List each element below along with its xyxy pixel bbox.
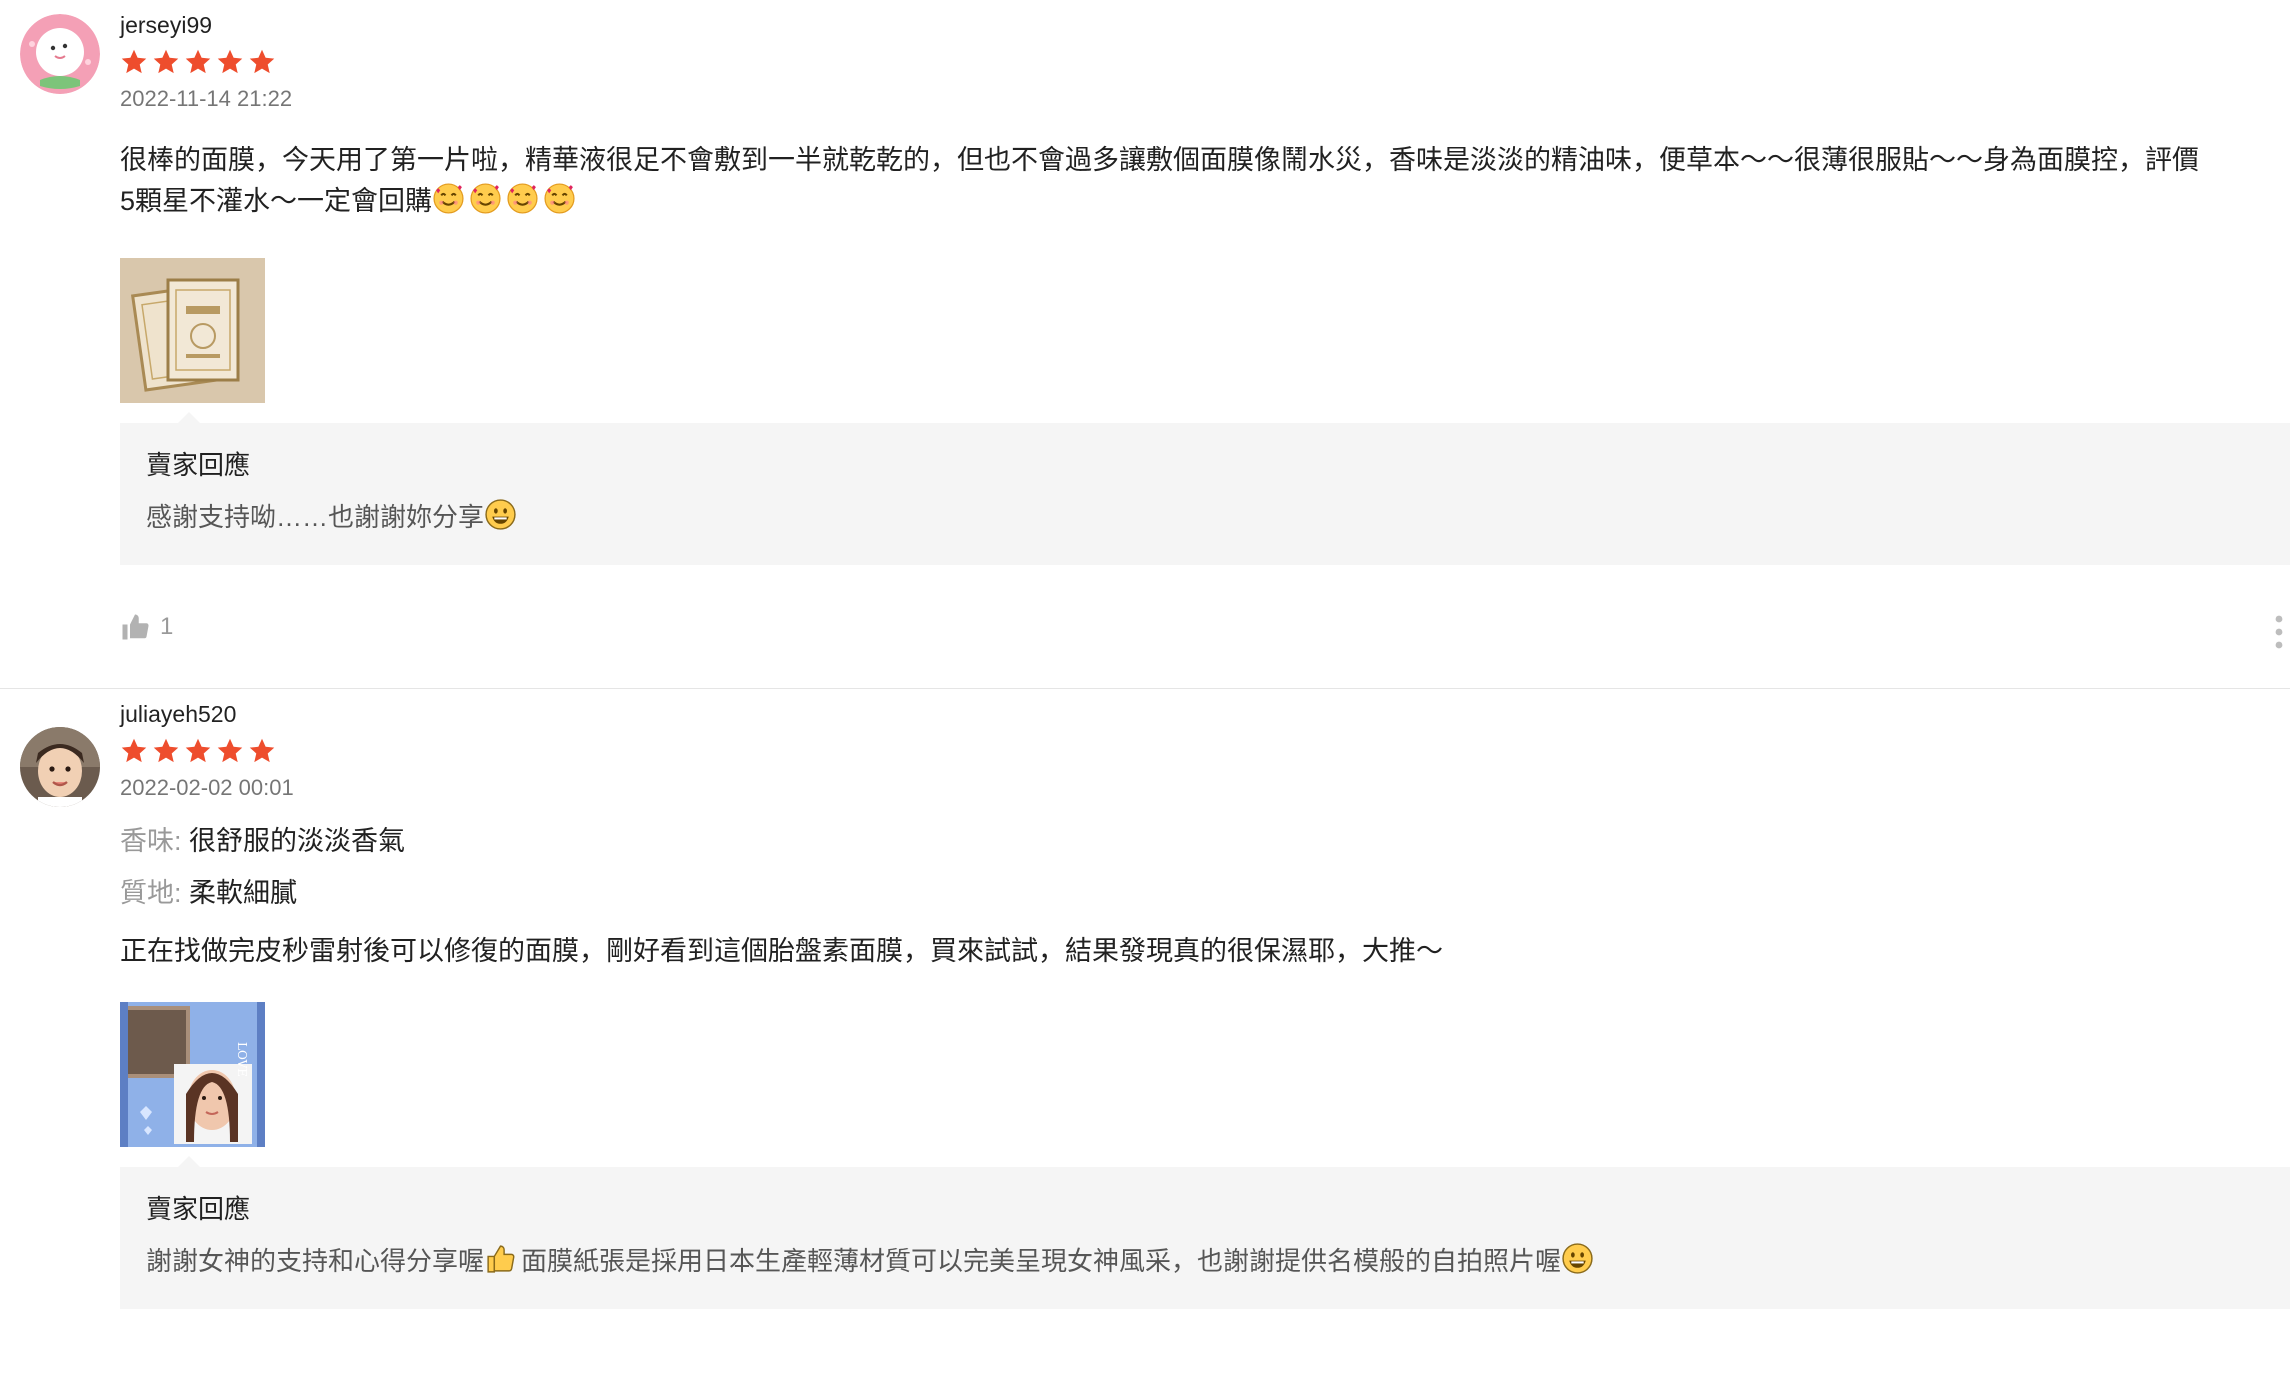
seller-reply-text: 感謝支持呦……也謝謝妳分享 <box>146 497 2264 537</box>
attribute-value: 很舒服的淡淡香氣 <box>189 826 406 856</box>
attribute-value: 柔軟細膩 <box>189 878 298 908</box>
star-icon <box>153 738 179 763</box>
star-icon <box>185 49 211 74</box>
like-count: 1 <box>160 613 174 640</box>
more-vertical-icon <box>2275 615 2283 649</box>
smiling-face-with-hearts-icon <box>543 182 576 215</box>
seller-reply: 賣家回應 感謝支持呦……也謝謝妳分享 <box>120 412 2290 565</box>
review-photo[interactable] <box>120 258 265 403</box>
star-icon <box>249 49 275 74</box>
username[interactable]: jerseyi99 <box>120 10 2290 40</box>
review-content-line2: 5顆星不灌水～一定會回購 <box>120 186 433 216</box>
review-item: jerseyi99 2022-11-14 21:22 很棒的面膜，今天用了第一片… <box>0 0 2290 689</box>
seller-reply-text-body: 感謝支持呦……也謝謝妳分享 <box>146 502 485 532</box>
rating-stars <box>120 737 2290 767</box>
star-icon <box>121 738 147 763</box>
user-avatar[interactable] <box>20 14 100 94</box>
review-content-line1: 很棒的面膜，今天用了第一片啦，精華液很足不會敷到一半就乾乾的，但也不會過多讓敷個… <box>120 145 2199 175</box>
review-date: 2022-02-02 00:01 <box>120 775 294 800</box>
thumbs-up-emoji-icon <box>484 1242 517 1275</box>
thumbs-up-icon <box>122 614 149 640</box>
star-icon <box>249 738 275 763</box>
seller-reply-title: 賣家回應 <box>146 1194 251 1224</box>
more-options-button[interactable] <box>2274 614 2284 650</box>
review-attribute-texture: 質地: 柔軟細膩 <box>120 873 2290 913</box>
review-actions: 1 <box>120 612 2290 652</box>
user-avatar[interactable] <box>20 727 100 807</box>
star-icon <box>153 49 179 74</box>
attribute-label: 香味: <box>120 826 182 856</box>
star-icon <box>217 49 243 74</box>
review-item: juliayeh520 2022-02-02 00:01 香味: 很舒服的淡淡香… <box>0 689 2290 1382</box>
review-date: 2022-11-14 21:22 <box>120 86 293 111</box>
attribute-label: 質地: <box>120 878 182 908</box>
like-button[interactable]: 1 <box>120 612 2290 642</box>
review-content: 正在找做完皮秒雷射後可以修復的面膜，剛好看到這個胎盤素面膜，買來試試，結果發現真… <box>120 936 1443 966</box>
smiling-face-with-hearts-icon <box>469 182 502 215</box>
star-icon <box>121 49 147 74</box>
grinning-face-icon <box>484 498 517 531</box>
star-icon <box>217 738 243 763</box>
seller-reply-text: 謝謝女神的支持和心得分享喔 面膜紙張是採用日本生產輕薄材質可以完美呈現女神風采，也… <box>146 1241 2264 1281</box>
star-icon <box>185 738 211 763</box>
seller-reply-text-part1: 謝謝女神的支持和心得分享喔 <box>146 1246 485 1276</box>
smiling-face-with-hearts-icon <box>506 182 539 215</box>
review-attribute-scent: 香味: 很舒服的淡淡香氣 <box>120 821 2290 861</box>
seller-reply-title: 賣家回應 <box>146 450 251 480</box>
rating-stars <box>120 48 2290 78</box>
seller-reply: 賣家回應 謝謝女神的支持和心得分享喔 面膜紙張是採用日本生產輕薄材質可以完美呈現女… <box>120 1156 2290 1309</box>
review-content: 很棒的面膜，今天用了第一片啦，精華液很足不會敷到一半就乾乾的，但也不會過多讓敷個… <box>120 140 2290 222</box>
review-photo[interactable]: LOVE <box>120 1002 265 1147</box>
svg-text:LOVE: LOVE <box>235 1042 249 1077</box>
smiling-face-with-hearts-icon <box>432 182 465 215</box>
username[interactable]: juliayeh520 <box>120 699 2290 729</box>
grinning-face-icon <box>1561 1242 1594 1275</box>
seller-reply-text-part2: 面膜紙張是採用日本生產輕薄材質可以完美呈現女神風采，也謝謝提供名模般的自拍照片喔 <box>521 1246 1562 1276</box>
